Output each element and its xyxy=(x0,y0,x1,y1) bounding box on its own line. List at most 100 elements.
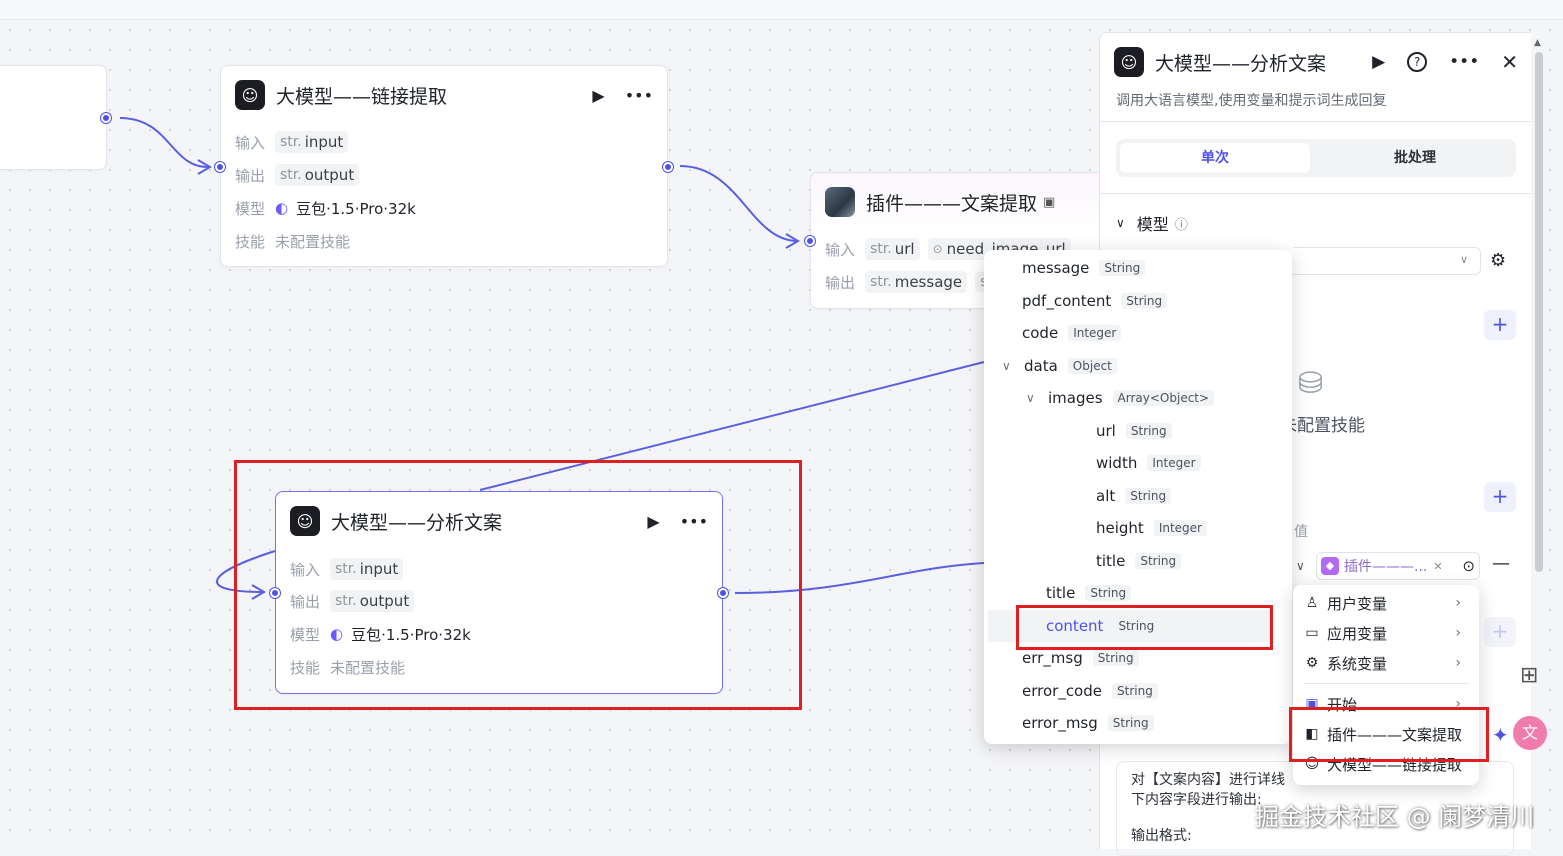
tree-item-name: title xyxy=(1096,551,1126,570)
more-icon[interactable]: ••• xyxy=(625,86,653,105)
tree-item-name: images xyxy=(1048,389,1103,407)
node-title: 插件———文案提取 xyxy=(866,192,1038,215)
output-label: 输出 xyxy=(825,273,856,292)
tree-item-name: error_code xyxy=(1022,681,1102,700)
gear-icon: ⚙ xyxy=(1305,655,1319,671)
tree-item-type: String xyxy=(1121,292,1168,309)
tree-item-pdf-content[interactable]: pdf_content String xyxy=(984,285,1292,317)
tree-item-images[interactable]: ∨ images Array<Object> xyxy=(984,382,1292,414)
variable-picker-icon[interactable]: ⊙ xyxy=(1462,557,1475,575)
tree-item-error-msg[interactable]: error_msg String xyxy=(984,707,1292,739)
tree-item-type: String xyxy=(1099,260,1146,276)
remove-row-icon[interactable]: — xyxy=(1492,553,1510,574)
var-menu-label: 用户变量 xyxy=(1327,594,1388,613)
plugin-badge-icon: ▣ xyxy=(1043,194,1056,210)
help-icon[interactable]: ? xyxy=(1407,52,1428,72)
link-extract-input-port[interactable] xyxy=(215,162,225,172)
tree-item-data[interactable]: ∨ data Object xyxy=(984,350,1292,382)
link-extract-output-port[interactable] xyxy=(663,162,673,172)
model-label: 模型 xyxy=(235,199,266,218)
input-label: 输入 xyxy=(235,133,266,152)
tree-item-name: url xyxy=(1096,421,1116,440)
value-ref-text: 插件———... xyxy=(1344,559,1428,575)
plugin-icon xyxy=(825,187,855,217)
tree-item-message[interactable]: message String xyxy=(984,252,1292,284)
info-icon: ⓘ xyxy=(1174,217,1188,233)
tree-item-code[interactable]: code Integer xyxy=(984,317,1292,349)
tree-item-name: error_msg xyxy=(1022,714,1098,732)
chevron-right-icon: › xyxy=(1455,625,1461,641)
add-output-button[interactable]: + xyxy=(1484,617,1516,647)
tree-item-type: String xyxy=(1125,422,1172,439)
tree-item-type: String xyxy=(1135,552,1182,569)
node-title: 大模型——链接提取 xyxy=(276,85,448,108)
skill-empty-text: 未配置技能 xyxy=(1280,416,1365,436)
chevron-right-icon: › xyxy=(1455,595,1461,611)
plugin-input-port[interactable] xyxy=(805,236,815,246)
clear-icon[interactable]: ✕ xyxy=(1433,560,1442,573)
chevron-right-icon: › xyxy=(1455,655,1461,671)
tree-item-name: message xyxy=(1022,259,1090,277)
tree-item-type: Integer xyxy=(1147,455,1201,471)
tree-item-type: Integer xyxy=(1068,325,1122,341)
tree-item-name: code xyxy=(1022,324,1059,342)
tree-item-url[interactable]: url String xyxy=(984,415,1292,447)
var-menu-item-1[interactable]: ▭ 应用变量 › xyxy=(1293,618,1479,648)
tree-item-name: width xyxy=(1096,454,1138,472)
tree-item-error-code[interactable]: error_code String xyxy=(984,675,1292,707)
tree-item-alt[interactable]: alt String xyxy=(984,480,1292,512)
tree-item-name: height xyxy=(1096,519,1144,537)
tab-batch[interactable]: 批处理 xyxy=(1320,143,1510,173)
more-icon[interactable]: ••• xyxy=(1449,52,1479,72)
llm-node-link-extract[interactable]: ☺ 大模型——链接提取 ▶ ••• 输入 str. input 输出 str. ou… xyxy=(220,65,668,267)
var-menu-item-2[interactable]: ⚙ 系统变量 › xyxy=(1293,648,1479,678)
model-select[interactable]: ∨ xyxy=(1293,247,1481,275)
ai-sparkle-icon[interactable]: ✦ xyxy=(1492,723,1509,747)
tree-item-name: data xyxy=(1024,356,1058,375)
highlight-box-plugin-menu xyxy=(1289,707,1489,762)
run-icon[interactable]: ▶ xyxy=(592,86,604,105)
wire-top-llm-to-plugin xyxy=(679,165,799,242)
doubao-icon: ◐ xyxy=(275,199,289,217)
close-icon[interactable]: ✕ xyxy=(1501,50,1518,74)
tree-item-type: Integer xyxy=(1153,520,1207,536)
chevron-down-icon: ∨ xyxy=(1459,253,1468,266)
tree-item-type: String xyxy=(1107,715,1154,731)
tab-single[interactable]: 单次 xyxy=(1120,143,1310,173)
tree-item-type: Object xyxy=(1067,357,1117,374)
tree-item-width[interactable]: width Integer xyxy=(984,447,1292,479)
value-column-header: 值 xyxy=(1294,524,1308,540)
llm-icon: ☺ xyxy=(1114,47,1144,77)
start-node[interactable] xyxy=(0,65,107,170)
plugin-ref-icon: ◆ xyxy=(1321,557,1339,575)
tree-item-type: String xyxy=(1092,650,1139,666)
add-skill-button[interactable]: + xyxy=(1484,310,1516,340)
llm-icon: ☺ xyxy=(235,80,265,110)
folder-icon: ▭ xyxy=(1305,625,1319,641)
highlight-box-content xyxy=(1016,605,1273,650)
var-menu-item-0[interactable]: ♙ 用户变量 › xyxy=(1293,588,1479,618)
add-input-button[interactable]: + xyxy=(1484,482,1516,512)
chevron-down-icon[interactable]: ∨ xyxy=(1296,559,1305,573)
tree-item-height[interactable]: height Integer xyxy=(984,512,1292,544)
tree-item-name: err_msg xyxy=(1022,649,1083,667)
tree-item-type: Array<Object> xyxy=(1112,390,1215,406)
tree-item-name: title xyxy=(1046,584,1076,602)
translate-icon[interactable]: 文 xyxy=(1513,716,1547,750)
chevron-down-icon[interactable]: ∨ xyxy=(1002,359,1016,373)
panel-description: 调用大语言模型,使用变量和提示词生成回复 xyxy=(1116,93,1387,109)
start-node-output-port[interactable] xyxy=(101,113,111,123)
tree-item-title[interactable]: title String xyxy=(984,545,1292,577)
tree-item-name: pdf_content xyxy=(1022,291,1112,310)
input-chip: str. url xyxy=(865,238,920,260)
chevron-down-icon[interactable]: ∨ xyxy=(1026,391,1040,405)
chevron-down-icon[interactable]: ∨ xyxy=(1116,216,1125,230)
model-settings-icon[interactable]: ⚙ xyxy=(1490,250,1506,271)
user-icon: ♙ xyxy=(1305,595,1319,611)
tree-item-name: alt xyxy=(1096,486,1116,505)
run-icon[interactable]: ▶ xyxy=(1372,52,1385,72)
wire-start-to-top-llm xyxy=(119,117,209,168)
value-reference-field[interactable]: ◆ 插件———... ✕ ⊙ xyxy=(1316,552,1480,580)
section-model-title: 模型 xyxy=(1136,215,1169,234)
var-menu-label: 系统变量 xyxy=(1327,654,1388,673)
